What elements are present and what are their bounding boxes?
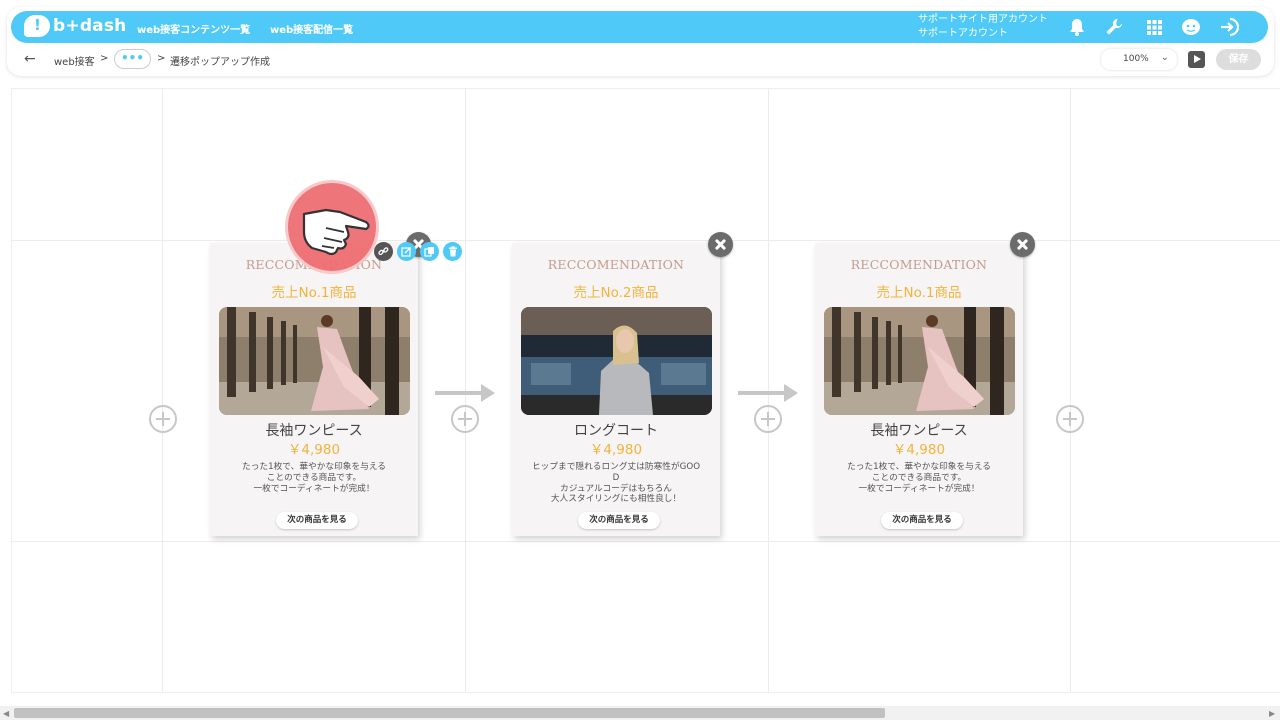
product-description: ヒップまで隠れるロング丈は防寒性がGOO D カジュアルコーデはもちろん 大人ス…: [518, 462, 714, 505]
product-name: 長袖ワンピース: [870, 423, 968, 439]
description-line: 一枚でコーディネートが完成！: [253, 483, 375, 494]
breadcrumb-current: 遷移ポップアップ作成: [170, 57, 270, 68]
grid-line: [11, 541, 1280, 542]
popup-card[interactable]: RECCOMENDATION 売上No.2商品 ロングコート ￥4,980 ヒッ…: [512, 243, 720, 536]
scroll-right-icon[interactable]: ▶: [1269, 709, 1275, 718]
support-face-icon[interactable]: [1179, 15, 1203, 39]
popup-card[interactable]: RECCOMENDATION 売上No.1商品 長袖ワンピース ￥4,980 た…: [210, 243, 418, 536]
card-heading: RECCOMENDATION: [547, 257, 685, 272]
description-line: 一枚でコーディネートが完成！: [858, 483, 980, 494]
nav-delivery-list[interactable]: web接客配信一覧: [270, 21, 353, 36]
next-product-button[interactable]: 次の商品を見る: [881, 512, 963, 529]
apps-grid-icon[interactable]: [1142, 15, 1166, 39]
description-line: カジュアルコーデはもちろん: [560, 483, 672, 494]
product-image-coat: [521, 307, 712, 415]
grid-line: [11, 240, 1280, 241]
product-image-dress: [219, 307, 410, 415]
wrench-icon[interactable]: [1102, 15, 1126, 39]
description-line: たった1枚で、華やかな印象を与える: [242, 462, 386, 472]
product-description: たった1枚で、華やかな印象を与える ことのできる商品です。 一枚でコーディネート…: [216, 462, 412, 494]
product-description: たった1枚で、華やかな印象を与える ことのできる商品です。 一枚でコーディネート…: [821, 462, 1017, 494]
grid-line: [162, 88, 163, 693]
logo[interactable]: b+dash: [24, 15, 126, 37]
add-step-button[interactable]: [149, 405, 177, 433]
add-step-button[interactable]: [1056, 405, 1084, 433]
add-step-button[interactable]: [451, 405, 479, 433]
top-navbar: b+dash web接客コンテンツ一覧 web接客配信一覧 サポートサイト用アカ…: [11, 11, 1268, 43]
close-card-button[interactable]: [708, 232, 733, 257]
account-site: サポートサイト用アカウント: [918, 14, 1048, 25]
pointing-hand-icon: [302, 208, 370, 256]
product-price: ￥4,980: [892, 442, 946, 458]
preview-play-button[interactable]: [1188, 51, 1205, 68]
zoom-value: 100%: [1123, 54, 1149, 64]
save-button[interactable]: 保存: [1216, 49, 1261, 70]
breadcrumb-separator: >: [157, 53, 166, 64]
zoom-select[interactable]: 100% ⌄: [1101, 49, 1177, 70]
edit-icon[interactable]: [397, 242, 416, 261]
card-rank: 売上No.1商品: [876, 285, 962, 301]
bell-icon[interactable]: [1065, 15, 1089, 39]
trash-icon[interactable]: [443, 242, 462, 261]
description-line: ことのできる商品です。: [266, 472, 362, 483]
product-name: ロングコート: [574, 423, 658, 439]
logo-text: b+dash: [53, 16, 127, 36]
scroll-left-icon[interactable]: ◀: [3, 709, 9, 718]
card-rank: 売上No.2商品: [573, 285, 659, 301]
nav-content-list[interactable]: web接客コンテンツ一覧: [137, 21, 250, 36]
add-step-button[interactable]: [754, 405, 782, 433]
logout-icon[interactable]: [1218, 15, 1242, 39]
description-line: 大人スタイリングにも相性良し！: [550, 494, 682, 505]
description-line: たった1枚で、華やかな印象を与える: [847, 462, 991, 472]
product-image-dress: [824, 307, 1015, 415]
close-card-button[interactable]: [1010, 232, 1035, 257]
breadcrumb-root[interactable]: web接客: [54, 53, 95, 68]
flow-arrow-icon: [435, 384, 495, 402]
breadcrumb-separator: >: [100, 53, 109, 64]
account-info[interactable]: サポートサイト用アカウント サポートアカウント: [918, 13, 1048, 41]
description-line: ことのできる商品です。: [871, 472, 967, 483]
logo-bubble-icon: [24, 15, 50, 37]
scrollbar-thumb[interactable]: [14, 708, 885, 718]
flow-arrow-icon: [738, 384, 798, 402]
product-price: ￥4,980: [287, 442, 341, 458]
description-line: D: [612, 472, 620, 483]
product-name: 長袖ワンピース: [265, 423, 363, 439]
product-price: ￥4,980: [589, 442, 643, 458]
card-rank: 売上No.1商品: [271, 285, 357, 301]
next-product-button[interactable]: 次の商品を見る: [276, 512, 358, 529]
chevron-down-icon: ⌄: [1160, 52, 1169, 63]
breadcrumb-more-button[interactable]: •••: [114, 49, 151, 69]
card-heading: RECCOMENDATION: [850, 257, 988, 272]
popup-card[interactable]: RECCOMENDATION 売上No.1商品 長袖ワンピース ￥4,980 た…: [815, 243, 1023, 536]
grid-line: [1070, 88, 1071, 693]
copy-icon[interactable]: [420, 242, 439, 261]
link-icon[interactable]: [374, 242, 393, 261]
back-arrow-icon[interactable]: ←: [24, 51, 36, 67]
description-line: ヒップまで隠れるロング丈は防寒性がGOO: [531, 462, 701, 472]
next-product-button[interactable]: 次の商品を見る: [578, 512, 660, 529]
account-name: サポートアカウント: [918, 28, 1008, 39]
